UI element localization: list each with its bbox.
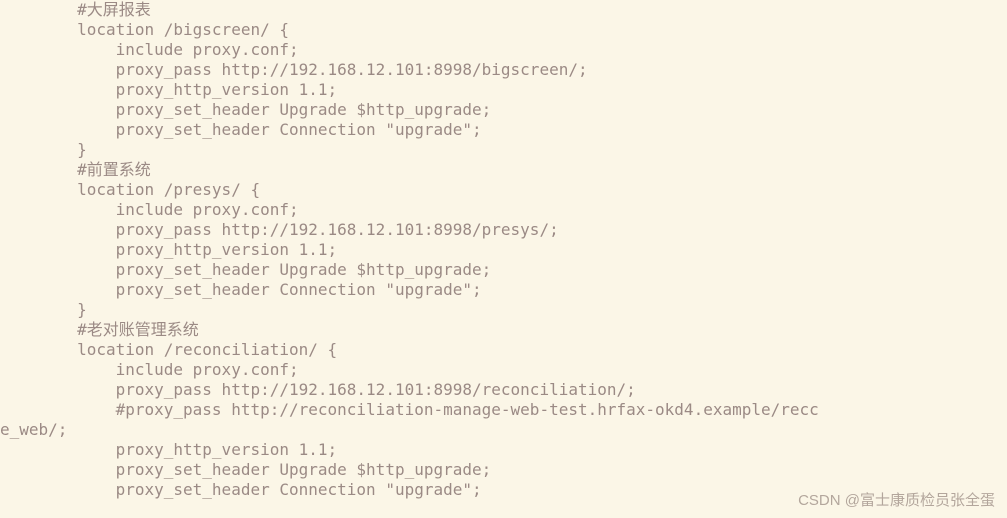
nginx-config-code-block: #大屏报表 location /bigscreen/ { include pro…	[0, 0, 1007, 500]
